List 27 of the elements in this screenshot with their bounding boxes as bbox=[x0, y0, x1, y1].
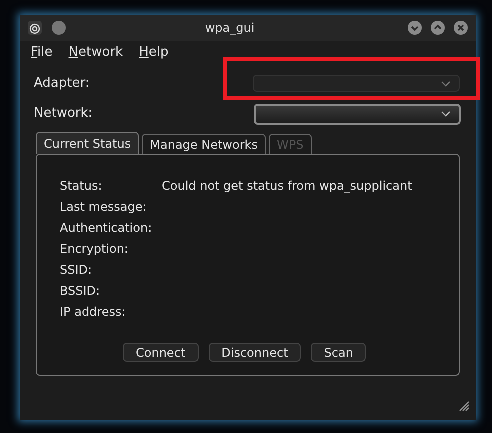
status-value: Could not get status from wpa_supplicant bbox=[162, 178, 412, 194]
chevron-down-icon bbox=[441, 111, 451, 117]
action-button[interactable]: Scan bbox=[311, 343, 366, 362]
chevron-down-icon bbox=[441, 80, 451, 86]
status-label: Authentication: bbox=[60, 220, 154, 236]
status-label: SSID: bbox=[60, 262, 94, 278]
menu-item[interactable]: Help bbox=[139, 43, 169, 63]
action-button[interactable]: Connect bbox=[123, 343, 199, 362]
status-label: Encryption: bbox=[60, 240, 130, 258]
window-title: wpa_gui bbox=[204, 20, 256, 37]
minimize-icon[interactable] bbox=[408, 21, 422, 35]
menu-item[interactable]: Network bbox=[68, 43, 124, 63]
network-label: Network: bbox=[34, 105, 93, 124]
tab[interactable]: Manage Networks bbox=[142, 134, 266, 154]
close-icon[interactable] bbox=[454, 21, 468, 35]
resize-grip-icon[interactable] bbox=[458, 400, 470, 412]
dropdown[interactable] bbox=[254, 104, 461, 124]
action-button[interactable]: Disconnect bbox=[208, 343, 302, 362]
status-label: BSSID: bbox=[60, 282, 102, 300]
status-label: Status: bbox=[60, 178, 104, 194]
adapter-label: Adapter: bbox=[34, 74, 90, 93]
status-label: IP address: bbox=[60, 304, 127, 320]
tab[interactable]: Current Status bbox=[36, 132, 140, 154]
wireless-icon[interactable] bbox=[28, 21, 42, 35]
maximize-icon[interactable] bbox=[431, 21, 445, 35]
menu-item[interactable]: File bbox=[31, 43, 53, 63]
status-label: Last message: bbox=[60, 198, 148, 216]
